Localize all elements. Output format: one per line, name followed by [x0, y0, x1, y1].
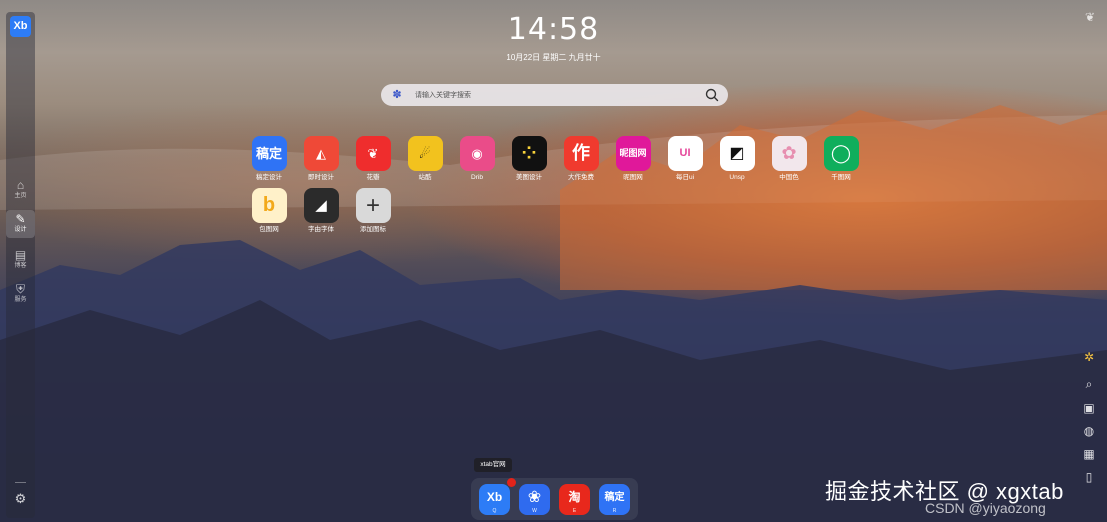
- app-china-colors[interactable]: ✿ 中国色: [763, 136, 815, 182]
- app-meitu-design[interactable]: ⁘ 美图设计: [503, 136, 555, 182]
- app-unsplash-icon: ◩: [719, 136, 755, 171]
- app-china-colors-icon: ✿: [771, 136, 807, 171]
- dock-app-baidu[interactable]: ❀ W: [519, 484, 550, 515]
- app-label: 稿定设计: [256, 174, 282, 181]
- theme-icon[interactable]: ◍: [1081, 423, 1097, 439]
- shield-icon: ⛨: [15, 282, 25, 296]
- app-dazuo[interactable]: 作 大作免费: [555, 136, 607, 182]
- app-label: 千图网: [831, 174, 851, 181]
- app-label: 中国色: [779, 174, 799, 181]
- app-label: 美图设计: [516, 174, 542, 181]
- bag-icon[interactable]: ▯: [1081, 469, 1097, 485]
- app-label: Unsp: [729, 174, 745, 181]
- leaf-icon[interactable]: ❦: [1085, 10, 1095, 24]
- search-engine-icon[interactable]: ✽: [390, 88, 404, 102]
- sidebar-item-label: 设计: [14, 227, 27, 233]
- app-label: 站酷: [418, 174, 432, 181]
- dock-tooltip: xtab官网: [474, 458, 512, 472]
- wallpaper-mountains: [0, 105, 1107, 522]
- app-label: 大作免费: [568, 174, 594, 181]
- design-icon: ✎: [15, 212, 26, 226]
- app-gaoding-design[interactable]: 稿定 稿定设计: [243, 136, 295, 182]
- app-label: 花瓣: [366, 174, 380, 181]
- sidebar-item-label: 博客: [14, 263, 27, 269]
- app-daily-ui[interactable]: UI 每日ui: [659, 136, 711, 182]
- dock-app-xtab[interactable]: Xb Q: [479, 484, 510, 515]
- app-youziku[interactable]: ◢ 字由字体: [295, 188, 347, 234]
- app-dazuo-icon: 作: [563, 136, 599, 171]
- plus-icon: +: [355, 188, 391, 223]
- app-huaban-icon: ❦: [355, 136, 391, 171]
- search-input[interactable]: [415, 87, 695, 103]
- shortcut-key: Q: [492, 508, 497, 514]
- clock-date: 10月22日 星期二 九月廿十: [506, 53, 601, 62]
- app-label: 昵图网: [623, 174, 643, 181]
- shortcut-key: W: [532, 508, 537, 514]
- app-zcool[interactable]: ☄ 站酷: [399, 136, 451, 182]
- app-unsplash[interactable]: ◩ Unsp: [711, 136, 763, 182]
- app-jishi-design-icon: ◭: [303, 136, 339, 171]
- taobao-icon: 淘: [568, 490, 581, 504]
- app-label: 即时设计: [308, 174, 334, 181]
- left-sidebar: Xb ⌂ 主页 ✎ 设计 ▤ 博客 ⛨ 服务 ⚙: [6, 12, 35, 518]
- app-nipic[interactable]: 昵图网 昵图网: [607, 136, 659, 182]
- sidebar-item-home[interactable]: ⌂ 主页: [6, 178, 35, 200]
- app-nipic-icon: 昵图网: [615, 136, 651, 171]
- gaoding-icon: 稿定: [604, 492, 625, 503]
- app-58pic[interactable]: ◯ 千图网: [815, 136, 867, 182]
- app-meitu-design-icon: ⁘: [511, 136, 547, 171]
- notification-badge: [507, 478, 516, 487]
- app-daily-ui-icon: UI: [667, 136, 703, 171]
- sidebar-item-label: 主页: [14, 193, 27, 199]
- xtab-logo-icon: Xb: [486, 490, 503, 504]
- csdn-watermark: CSDN @yiyaozong: [925, 500, 1046, 516]
- app-label: 每日ui: [675, 174, 695, 181]
- search-bar: ✽: [381, 84, 728, 106]
- sidebar-item-blog[interactable]: ▤ 博客: [6, 248, 35, 270]
- app-label: Drib: [471, 174, 483, 181]
- app-youziku-icon: ◢: [303, 188, 339, 223]
- grid-icon[interactable]: ▦: [1081, 446, 1097, 462]
- app-zcool-icon: ☄: [407, 136, 443, 171]
- document-icon: ▤: [14, 248, 27, 262]
- app-dribbble[interactable]: ◉ Drib: [451, 136, 503, 182]
- pinwheel-icon[interactable]: ✲: [1081, 349, 1097, 365]
- shortcut-key: R: [612, 508, 617, 514]
- dock: Xb Q ❀ W 淘 E 稿定 R: [471, 478, 638, 520]
- add-icon-button[interactable]: + 添加图标: [347, 188, 399, 234]
- app-huaban[interactable]: ❦ 花瓣: [347, 136, 399, 182]
- search-icon[interactable]: ⌕: [1081, 376, 1097, 392]
- image-icon[interactable]: ▣: [1081, 400, 1097, 416]
- sidebar-divider: [15, 482, 26, 483]
- sidebar-item-service[interactable]: ⛨ 服务: [6, 282, 35, 304]
- sidebar-item-design[interactable]: ✎ 设计: [6, 210, 35, 238]
- dock-app-taobao[interactable]: 淘 E: [559, 484, 590, 515]
- app-ibaotu-icon: b: [251, 188, 287, 223]
- app-ibaotu[interactable]: b 包图网: [243, 188, 295, 234]
- app-jishi-design[interactable]: ◭ 即时设计: [295, 136, 347, 182]
- app-gaoding-design-icon: 稿定: [251, 136, 287, 171]
- home-icon: ⌂: [16, 178, 25, 192]
- dock-app-gaoding[interactable]: 稿定 R: [599, 484, 630, 515]
- app-label: 添加图标: [360, 226, 386, 233]
- app-dribbble-icon: ◉: [459, 136, 495, 171]
- settings-gear-icon[interactable]: ⚙: [6, 491, 35, 507]
- sidebar-item-label: 服务: [14, 297, 27, 303]
- shortcut-key: E: [572, 508, 577, 514]
- baidu-paw-icon: ❀: [527, 489, 542, 506]
- clock-time: 14:58: [507, 12, 600, 47]
- app-label: 包图网: [259, 226, 279, 233]
- app-58pic-icon: ◯: [823, 136, 859, 171]
- app-label: 字由字体: [308, 226, 334, 233]
- search-icon[interactable]: [704, 87, 720, 103]
